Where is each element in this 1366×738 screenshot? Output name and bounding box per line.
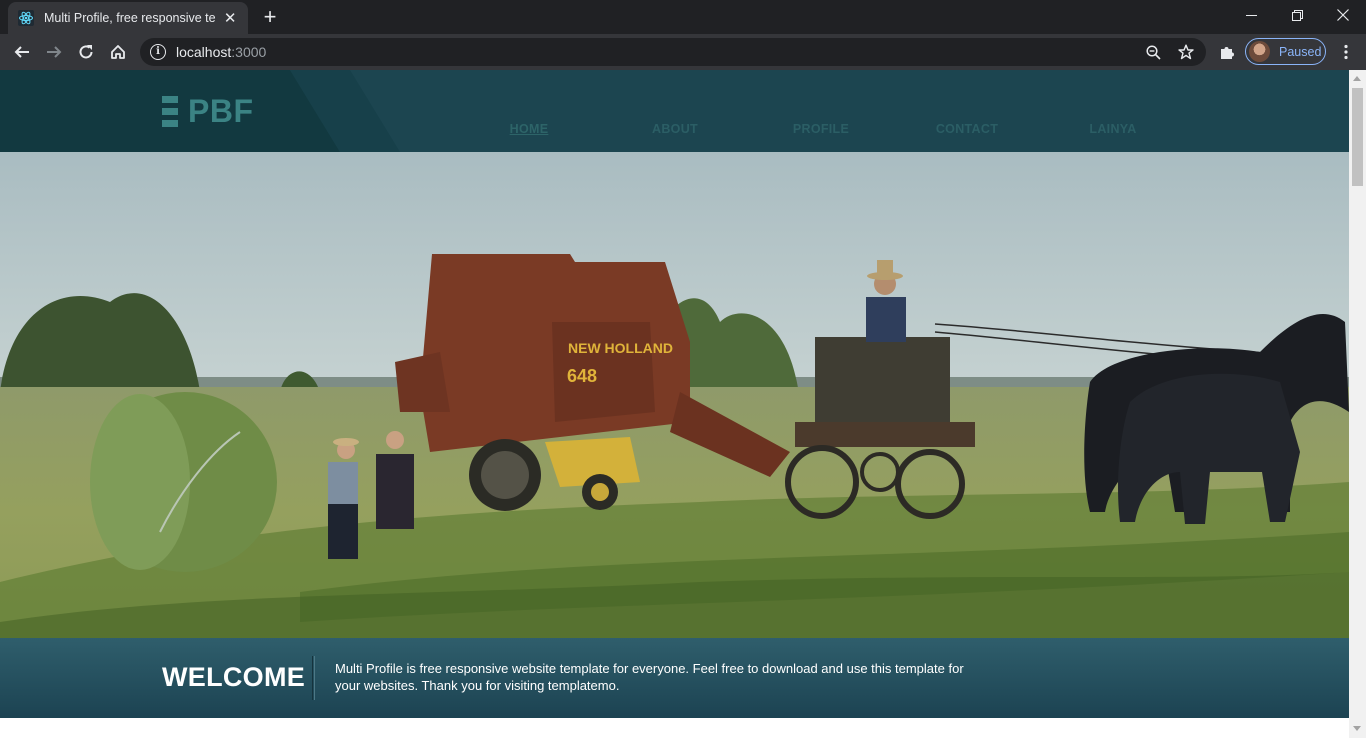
- baler-model-text: 648: [567, 366, 597, 386]
- forward-arrow-icon: [47, 46, 62, 58]
- url-host: localhost: [176, 44, 232, 60]
- close-icon: [1337, 9, 1349, 21]
- welcome-title: WELCOME: [162, 662, 306, 692]
- react-icon: [18, 10, 34, 26]
- forward-button[interactable]: [42, 40, 66, 64]
- zoom-icon[interactable]: [1144, 43, 1162, 61]
- reload-icon: [79, 45, 93, 59]
- site-logo[interactable]: PBF: [162, 93, 254, 129]
- hero-farm-illustration: NEW HOLLAND 648: [0, 152, 1349, 638]
- nav-profile[interactable]: PROFILE: [761, 122, 881, 136]
- close-tab-icon[interactable]: ✕: [222, 9, 238, 27]
- browser-toolbar: i localhost:3000 Paused: [0, 34, 1366, 70]
- welcome-banner: WELCOME Multi Profile is free responsive…: [0, 638, 1349, 718]
- home-icon: [111, 45, 125, 59]
- browser-menu-button[interactable]: [1334, 40, 1358, 64]
- new-tab-button[interactable]: +: [257, 6, 283, 28]
- welcome-text: Multi Profile is free responsive website…: [335, 661, 964, 693]
- nav-about[interactable]: ABOUT: [615, 122, 735, 136]
- nav-contact[interactable]: CONTACT: [907, 122, 1027, 136]
- scroll-up-arrow-icon[interactable]: [1353, 76, 1361, 81]
- scroll-down-arrow-icon[interactable]: [1353, 726, 1361, 731]
- puzzle-icon: [1221, 47, 1234, 59]
- restore-icon: [1291, 9, 1303, 21]
- site-header: PBF HOME ABOUT PROFILE CONTACT LAINYA: [0, 70, 1349, 152]
- bookmark-star-icon[interactable]: [1177, 43, 1195, 61]
- baler-brand-text: NEW HOLLAND: [568, 340, 673, 356]
- close-window-button[interactable]: [1320, 0, 1366, 30]
- avatar: [1249, 41, 1270, 62]
- hero-image: NEW HOLLAND 648: [0, 152, 1349, 638]
- profile-status: Paused: [1279, 44, 1322, 59]
- reload-button[interactable]: [74, 40, 98, 64]
- home-button[interactable]: [106, 40, 130, 64]
- nav-lainya[interactable]: LAINYA: [1053, 122, 1173, 136]
- site-info-icon[interactable]: i: [150, 44, 166, 60]
- minimize-icon: [1245, 14, 1257, 16]
- back-button[interactable]: [10, 40, 34, 64]
- url-port: :3000: [231, 44, 267, 60]
- nav-home[interactable]: HOME: [469, 122, 589, 136]
- page-scrollbar[interactable]: [1349, 70, 1366, 738]
- scrollbar-thumb[interactable]: [1352, 88, 1363, 186]
- profile-button[interactable]: Paused: [1245, 38, 1326, 65]
- back-arrow-icon: [14, 46, 29, 58]
- tab-title: Multi Profile, free responsive template: [44, 11, 216, 25]
- kebab-menu-icon: [1344, 44, 1348, 60]
- minimize-window-button[interactable]: [1228, 0, 1274, 30]
- logo-bars-icon: [162, 96, 178, 127]
- page-viewport: PBF HOME ABOUT PROFILE CONTACT LAINYA NE…: [0, 70, 1349, 738]
- welcome-divider: [312, 656, 315, 700]
- extensions-button[interactable]: [1215, 40, 1239, 64]
- logo-text: PBF: [188, 93, 254, 129]
- restore-window-button[interactable]: [1274, 0, 1320, 30]
- browser-tab-strip: Multi Profile, free responsive template …: [0, 0, 1366, 34]
- browser-tab[interactable]: Multi Profile, free responsive template …: [8, 2, 248, 34]
- address-bar[interactable]: i localhost:3000: [140, 38, 1206, 66]
